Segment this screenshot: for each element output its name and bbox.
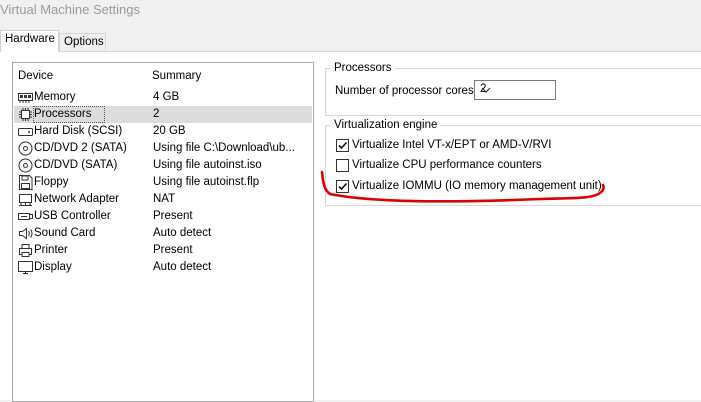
device-summary: Present xyxy=(153,244,193,256)
device-summary: Using file autoinst.flp xyxy=(153,176,260,188)
device-name: CD/DVD 2 (SATA) xyxy=(34,142,127,154)
memory-icon xyxy=(18,90,33,105)
device-name: Floppy xyxy=(34,176,69,188)
tab-hardware[interactable]: Hardware xyxy=(0,30,59,52)
virtualization-engine-label: Virtualization engine xyxy=(334,119,438,131)
device-summary: 4 GB xyxy=(153,91,180,103)
checkmark-icon xyxy=(338,182,348,191)
device-row-cd-dvd-2[interactable]: CD/DVD 2 (SATA) Using file C:\Download\u… xyxy=(14,140,312,157)
device-name: Hard Disk (SCSI) xyxy=(34,125,123,137)
device-column-header[interactable]: Device xyxy=(18,70,53,82)
device-row-display[interactable]: Display Auto detect xyxy=(14,259,312,276)
device-summary: 20 GB xyxy=(153,125,186,137)
processor-icon xyxy=(18,107,33,122)
checkmark-icon xyxy=(338,141,348,150)
floppy-icon xyxy=(18,175,33,190)
device-row-cd-dvd[interactable]: CD/DVD (SATA) Using file autoinst.iso xyxy=(14,157,312,174)
cd-dvd-icon xyxy=(18,141,33,156)
device-summary: 2 xyxy=(153,108,160,120)
device-name: Network Adapter xyxy=(34,193,120,205)
chevron-down-icon xyxy=(480,83,492,97)
processors-group-label: Processors xyxy=(334,62,392,74)
cpu-perf-counters-label[interactable]: Virtualize CPU performance counters xyxy=(352,159,542,171)
device-list-header: Device Summary xyxy=(13,63,313,89)
device-list[interactable]: Device Summary Memory 4 GB Processors 2 … xyxy=(12,62,314,402)
tab-bar: Hardware Options xyxy=(0,30,701,52)
processor-cores-label: Number of processor cores: xyxy=(335,85,477,97)
tab-options[interactable]: Options xyxy=(59,33,106,51)
device-name: Display xyxy=(34,261,72,273)
device-name: Memory xyxy=(34,91,76,103)
cpu-perf-counters-checkbox[interactable] xyxy=(336,159,349,172)
device-summary: Using file C:\Download\ub... xyxy=(153,142,295,154)
device-row-network-adapter[interactable]: Network Adapter NAT xyxy=(14,191,312,208)
network-icon xyxy=(18,192,33,207)
vt-x-label[interactable]: Virtualize Intel VT-x/EPT or AMD-V/RVI xyxy=(352,139,551,151)
summary-column-header[interactable]: Summary xyxy=(152,70,201,82)
device-summary: Auto detect xyxy=(153,227,212,239)
device-row-memory[interactable]: Memory 4 GB xyxy=(14,89,312,106)
device-row-processors[interactable]: Processors 2 xyxy=(14,106,312,123)
device-summary: NAT xyxy=(153,193,176,205)
hard-disk-icon xyxy=(18,124,33,139)
device-name: Sound Card xyxy=(34,227,96,239)
device-row-floppy[interactable]: Floppy Using file autoinst.flp xyxy=(14,174,312,191)
device-summary: Auto detect xyxy=(153,261,212,273)
cd-dvd-icon xyxy=(18,158,33,173)
device-row-printer[interactable]: Printer Present xyxy=(14,242,312,259)
iommu-label[interactable]: Virtualize IOMMU (IO memory management u… xyxy=(352,180,602,192)
usb-icon xyxy=(18,209,33,224)
printer-icon xyxy=(18,243,33,258)
device-name: USB Controller xyxy=(34,210,111,222)
device-name: Processors xyxy=(34,108,92,120)
device-name: CD/DVD (SATA) xyxy=(34,159,118,171)
display-icon xyxy=(18,260,33,275)
device-summary: Present xyxy=(153,210,193,222)
device-row-sound-card[interactable]: Sound Card Auto detect xyxy=(14,225,312,242)
device-name: Printer xyxy=(34,244,68,256)
vt-x-checkbox[interactable] xyxy=(336,139,349,152)
device-row-usb-controller[interactable]: USB Controller Present xyxy=(14,208,312,225)
device-row-hard-disk[interactable]: Hard Disk (SCSI) 20 GB xyxy=(14,123,312,140)
processor-cores-select[interactable]: 2 xyxy=(474,80,556,100)
iommu-checkbox[interactable] xyxy=(336,180,349,193)
sound-icon xyxy=(18,226,33,241)
device-summary: Using file autoinst.iso xyxy=(153,159,262,171)
window-title: Virtual Machine Settings xyxy=(0,2,140,17)
